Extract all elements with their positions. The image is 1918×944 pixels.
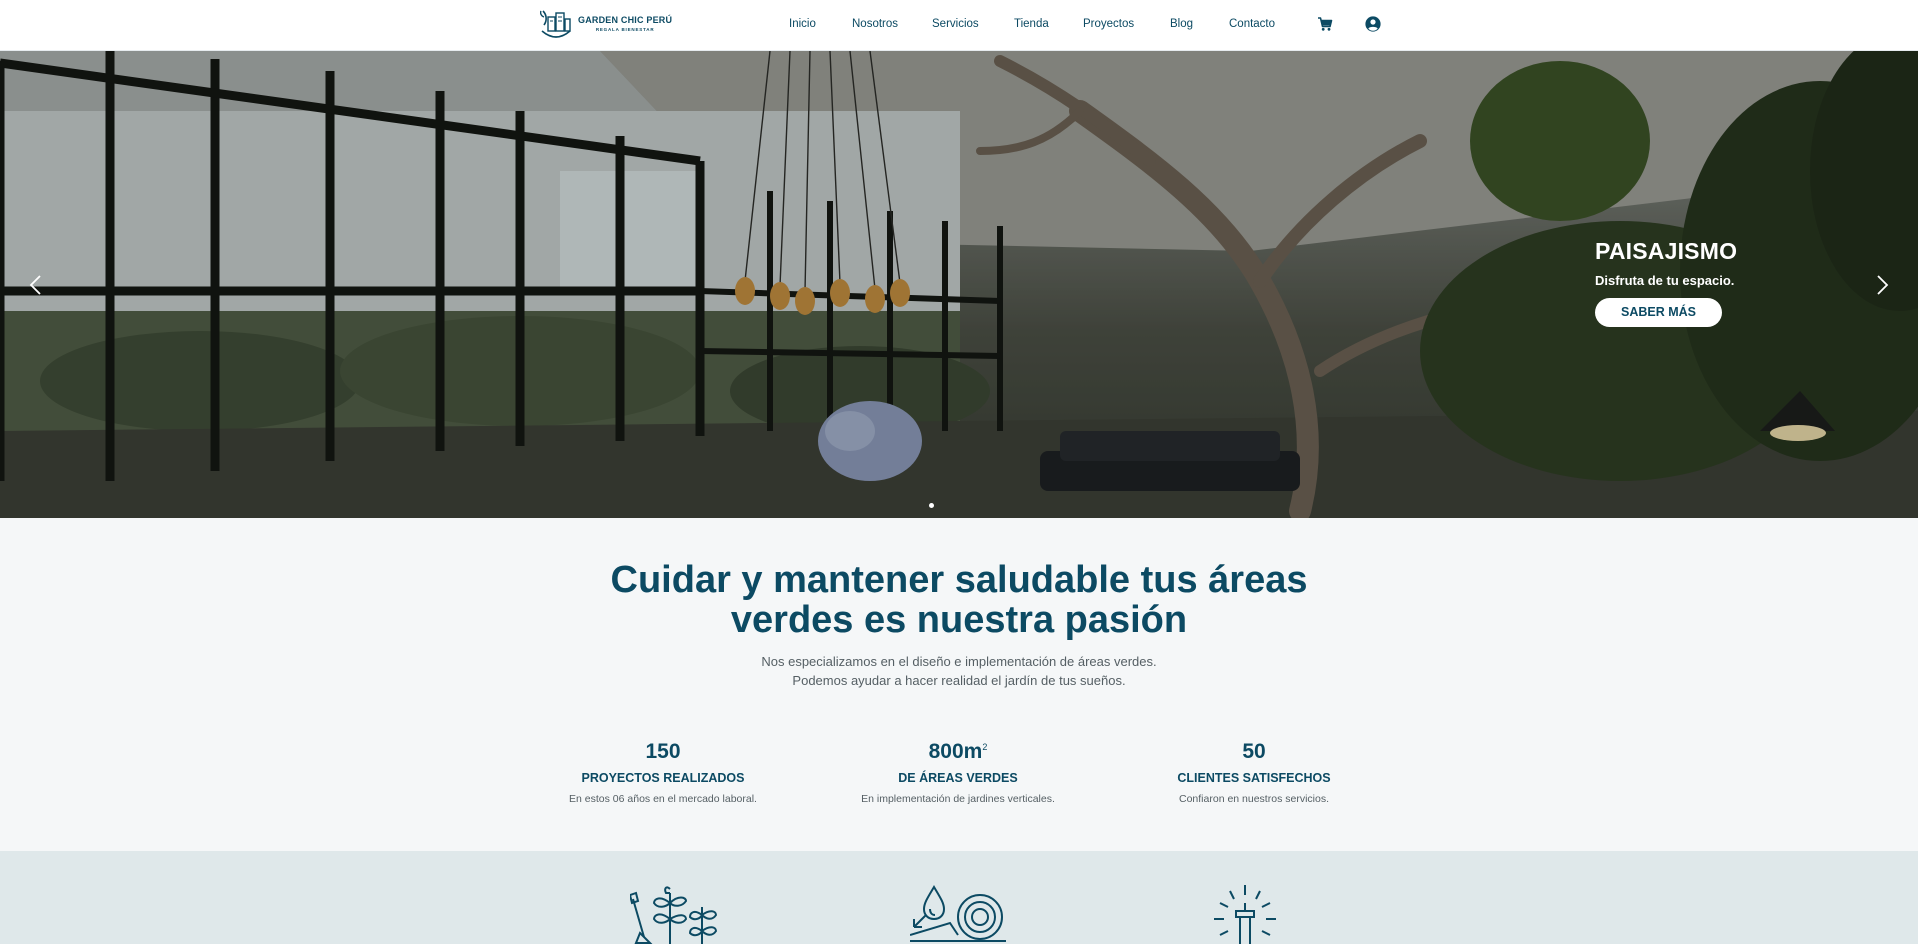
intro-text-line-1: Nos especializamos en el diseño e implem… — [761, 654, 1157, 669]
stat-label: CLIENTES SATISFECHOS — [1177, 771, 1331, 785]
brand-name: GARDEN CHIC PERÚ — [578, 14, 673, 25]
services-section — [0, 851, 1918, 944]
hero-caption: PAISAJISMO Disfruta de tu espacio. SABER… — [1595, 238, 1737, 327]
brand-logo[interactable]: GARDEN CHIC PERÚ REGALA BIENESTAR — [540, 7, 672, 41]
nav-item-tienda[interactable]: Tienda — [1014, 18, 1049, 30]
hero-subtitle: Disfruta de tu espacio. — [1595, 273, 1735, 288]
stat-projects: 150 PROYECTOS REALIZADOS En estos 06 año… — [533, 740, 793, 805]
brand-logo-icon — [540, 10, 571, 38]
intro-text: Nos especializamos en el diseño e implem… — [0, 652, 1918, 690]
slider-dot-active[interactable] — [929, 503, 934, 508]
navbar: GARDEN CHIC PERÚ REGALA BIENESTAR Inicio… — [0, 0, 1918, 51]
sprinkler-icon — [1212, 885, 1278, 944]
intro-section: Cuidar y mantener saludable tus áreas ve… — [0, 518, 1918, 851]
stat-clients: 50 CLIENTES SATISFECHOS Confiaron en nue… — [1124, 740, 1384, 805]
stat-green-areas: 800m2 DE ÁREAS VERDES En implementación … — [828, 740, 1088, 805]
stat-label: DE ÁREAS VERDES — [898, 771, 1018, 785]
nav-item-blog[interactable]: Blog — [1170, 18, 1193, 30]
stat-description: Confiaron en nuestros servicios. — [1179, 793, 1329, 805]
cart-icon[interactable] — [1317, 16, 1333, 32]
chevron-left-icon[interactable] — [26, 273, 46, 297]
gardening-icon — [628, 885, 720, 944]
account-icon[interactable] — [1365, 16, 1381, 32]
stat-description: En implementación de jardines verticales… — [861, 793, 1055, 805]
brand-tagline: REGALA BIENESTAR — [595, 26, 655, 32]
nav-item-proyectos[interactable]: Proyectos — [1083, 18, 1134, 30]
stat-description: En estos 06 años en el mercado laboral. — [569, 793, 757, 805]
intro-title-line-2: verdes es nuestra pasión — [730, 599, 1188, 641]
nav-item-servicios[interactable]: Servicios — [932, 18, 979, 30]
intro-title: Cuidar y mantener saludable tus áreas ve… — [0, 560, 1918, 640]
nav-item-contacto[interactable]: Contacto — [1229, 18, 1275, 30]
stat-value: 50 — [1242, 740, 1266, 763]
hero-slider: PAISAJISMO Disfruta de tu espacio. SABER… — [0, 51, 1918, 518]
hero-title: PAISAJISMO — [1595, 238, 1738, 264]
stat-label: PROYECTOS REALIZADOS — [581, 771, 745, 785]
nav-item-inicio[interactable]: Inicio — [789, 18, 816, 30]
irrigation-hose-icon — [909, 885, 1006, 944]
stat-value: 800m2 — [928, 740, 988, 763]
nav-item-nosotros[interactable]: Nosotros — [852, 18, 898, 30]
brand-text: GARDEN CHIC PERÚ REGALA BIENESTAR — [578, 14, 673, 33]
chevron-right-icon[interactable] — [1872, 273, 1892, 297]
saber-mas-button[interactable]: SABER MÁS — [1595, 298, 1722, 327]
intro-title-line-1: Cuidar y mantener saludable tus áreas — [610, 559, 1308, 601]
intro-text-line-2: Podemos ayudar a hacer realidad el jardí… — [792, 673, 1126, 688]
stat-value: 150 — [645, 740, 681, 763]
